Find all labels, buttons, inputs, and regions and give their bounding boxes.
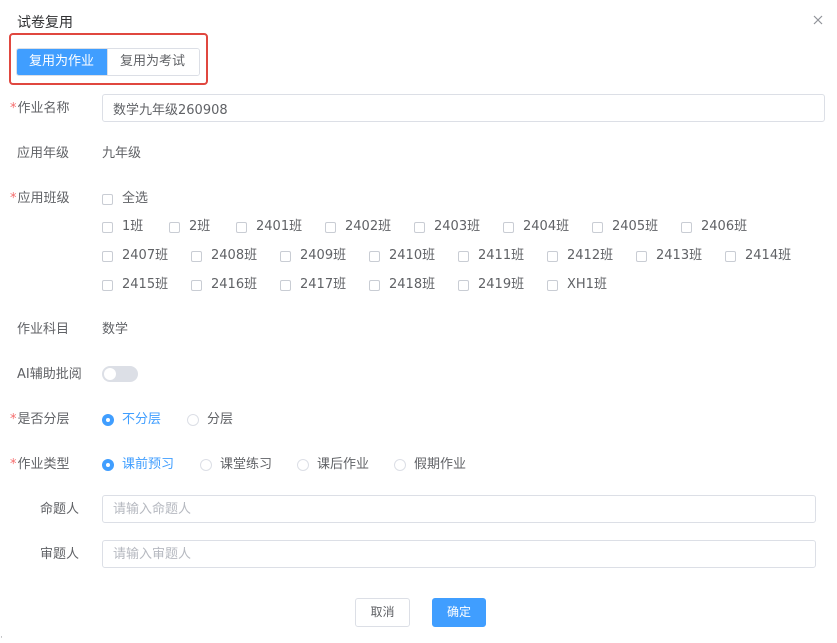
radio-circle — [297, 459, 309, 471]
radio-circle — [102, 414, 114, 426]
reuse-paper-dialog: 试卷复用 复用为作业 复用为考试 *作业名称 应用年级 九年级 *应用班级 全选… — [0, 0, 837, 643]
required-mark: * — [10, 412, 17, 427]
close-icon[interactable] — [810, 12, 826, 28]
radio-preview[interactable]: 课前预习 — [102, 456, 174, 474]
class-checkbox[interactable]: 2411班 — [458, 247, 524, 265]
radio-layered[interactable]: 分层 — [187, 411, 233, 429]
subject-value: 数学 — [102, 322, 129, 337]
reviewer-label: 审题人 — [40, 547, 80, 562]
class-checkbox[interactable]: 2417班 — [280, 276, 346, 294]
checkbox-box — [636, 250, 647, 262]
class-checkbox[interactable]: 1班 — [102, 218, 143, 236]
author-label: 命题人 — [40, 502, 80, 517]
checkbox-box — [547, 279, 558, 291]
class-checkbox[interactable]: 2418班 — [369, 276, 435, 294]
checkbox-box — [503, 221, 514, 233]
class-checkbox[interactable]: 2403班 — [414, 218, 480, 236]
ai-review-switch[interactable] — [102, 366, 138, 382]
checkbox-box — [102, 279, 113, 291]
radio-not-layered[interactable]: 不分层 — [102, 411, 161, 429]
required-mark: * — [10, 457, 17, 472]
class-checkbox[interactable]: 2414班 — [725, 247, 791, 265]
checkbox-box — [191, 279, 202, 291]
checkbox-box — [369, 250, 380, 262]
subject-label: 作业科目 — [17, 322, 70, 337]
checkbox-box — [280, 279, 291, 291]
class-checkbox[interactable]: 2419班 — [458, 276, 524, 294]
ai-review-label: AI辅助批阅 — [17, 367, 82, 382]
dialog-title: 试卷复用 — [17, 15, 73, 31]
radio-circle — [200, 459, 212, 471]
class-checkbox[interactable]: 2401班 — [236, 218, 302, 236]
tab-reuse-as-homework[interactable]: 复用为作业 — [17, 49, 107, 75]
checkbox-box — [102, 221, 113, 233]
reuse-mode-toggle: 复用为作业 复用为考试 — [16, 48, 200, 76]
checkbox-box — [102, 250, 113, 262]
class-checkbox[interactable]: 2412班 — [547, 247, 613, 265]
class-checkbox[interactable]: 2406班 — [681, 218, 747, 236]
corner-mark: · — [0, 633, 3, 643]
confirm-button[interactable]: 确定 — [432, 598, 486, 627]
checkbox-box — [325, 221, 336, 233]
class-checkbox[interactable]: XH1班 — [547, 276, 607, 294]
class-checkbox[interactable]: 2班 — [169, 218, 210, 236]
author-input[interactable] — [102, 495, 816, 523]
required-mark: * — [10, 191, 17, 206]
classes-label: *应用班级 — [10, 191, 70, 206]
radio-class-practice[interactable]: 课堂练习 — [200, 456, 272, 474]
tab-reuse-as-exam[interactable]: 复用为考试 — [107, 49, 199, 75]
radio-circle — [102, 459, 114, 471]
required-mark: * — [10, 101, 17, 116]
homework-name-label: *作业名称 — [10, 101, 70, 116]
class-checkbox[interactable]: 2416班 — [191, 276, 257, 294]
checkbox-box — [681, 221, 692, 233]
switch-knob — [104, 368, 116, 380]
radio-holiday[interactable]: 假期作业 — [394, 456, 466, 474]
class-checkbox[interactable]: 2404班 — [503, 218, 569, 236]
radio-after-class[interactable]: 课后作业 — [297, 456, 369, 474]
class-checkbox[interactable]: 2405班 — [592, 218, 658, 236]
layered-label: *是否分层 — [10, 412, 70, 427]
class-checkbox[interactable]: 2409班 — [280, 247, 346, 265]
checkbox-box — [102, 193, 113, 205]
checkbox-box — [458, 279, 469, 291]
checkbox-box — [414, 221, 425, 233]
cancel-button[interactable]: 取消 — [355, 598, 410, 627]
checkbox-box — [280, 250, 291, 262]
checkbox-box — [169, 221, 180, 233]
radio-circle — [394, 459, 406, 471]
class-checkbox[interactable]: 2408班 — [191, 247, 257, 265]
homework-name-input[interactable] — [102, 94, 825, 122]
grade-value: 九年级 — [102, 146, 142, 161]
checkbox-box — [547, 250, 558, 262]
class-checkbox[interactable]: 2415班 — [102, 276, 168, 294]
grade-label: 应用年级 — [17, 146, 70, 161]
class-checkbox[interactable]: 2407班 — [102, 247, 168, 265]
checkbox-box — [369, 279, 380, 291]
class-checkbox[interactable]: 2410班 — [369, 247, 435, 265]
homework-type-label: *作业类型 — [10, 457, 70, 472]
checkbox-box — [236, 221, 247, 233]
checkbox-box — [592, 221, 603, 233]
reviewer-input[interactable] — [102, 540, 816, 568]
select-all-checkbox[interactable]: 全选 — [102, 190, 148, 208]
class-checkbox[interactable]: 2413班 — [636, 247, 702, 265]
radio-circle — [187, 414, 199, 426]
checkbox-box — [725, 250, 736, 262]
class-checkbox[interactable]: 2402班 — [325, 218, 391, 236]
checkbox-box — [191, 250, 202, 262]
checkbox-box — [458, 250, 469, 262]
